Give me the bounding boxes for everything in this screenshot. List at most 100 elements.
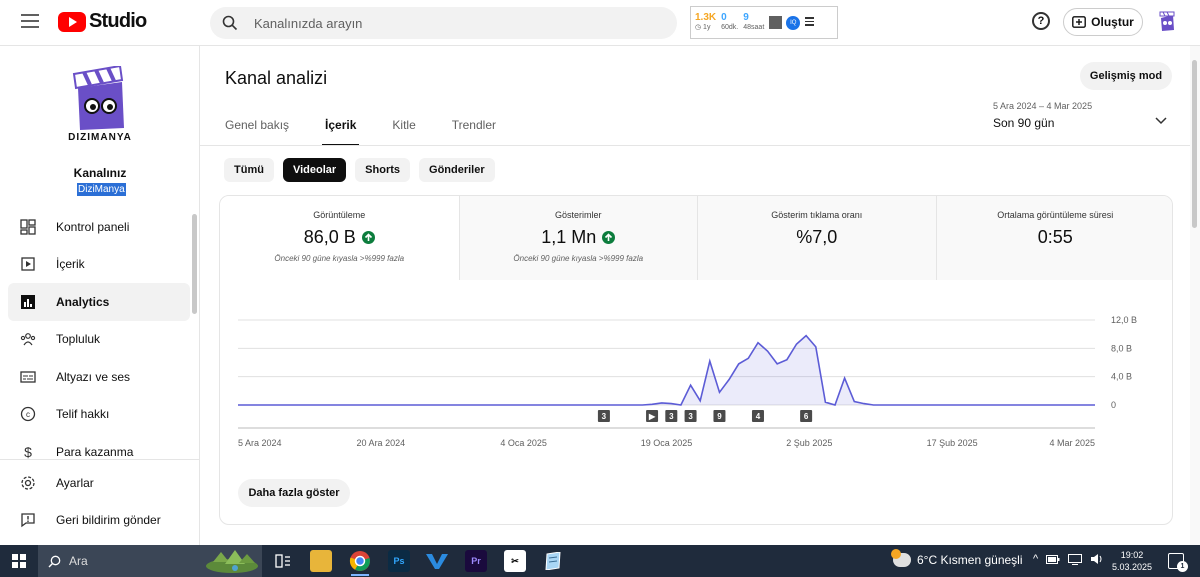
battery-icon[interactable] (1046, 554, 1060, 564)
clock-date: 5.03.2025 (1111, 562, 1153, 572)
windows-start-icon[interactable] (12, 554, 26, 568)
windows-taskbar: Ara Ps Pr ✂ 6°C Kısmen güneşli ^ 19:02 5… (0, 545, 1200, 577)
date-range-label[interactable]: Son 90 gün (993, 116, 1054, 130)
series-line (238, 334, 1095, 406)
analytics-card: Görüntüleme 86,0 B Önceki 90 güne kıyasl… (219, 195, 1173, 525)
chip-all[interactable]: Tümü (224, 158, 274, 182)
tab-content[interactable]: İçerik (322, 118, 360, 146)
tab-overview[interactable]: Genel bakış (225, 118, 289, 146)
sidebar-item-subtitles[interactable]: Altyazı ve ses (8, 358, 190, 396)
premiere-pro-icon[interactable]: Pr (465, 550, 487, 572)
photoshop-icon[interactable]: Ps (388, 550, 410, 572)
analytics-tabs: Genel bakış İçerik Kitle Trendler (225, 118, 532, 146)
content-type-chips: Tümü Videolar Shorts Gönderiler (224, 158, 504, 182)
sidebar: DIZIMANYA Kanalınız DiziManya Kontrol pa… (0, 46, 200, 545)
analytics-icon (20, 294, 36, 310)
sidebar-item-dashboard[interactable]: Kontrol paneli (8, 208, 190, 246)
sidebar-item-community[interactable]: Topluluk (8, 321, 190, 359)
system-tray: ^ (1033, 553, 1104, 565)
file-explorer-icon[interactable] (310, 550, 332, 572)
metric-ctr[interactable]: Gösterim tıklama oranı %7,0 (697, 196, 936, 280)
stat-period: 60dk. (721, 24, 739, 31)
tabs-divider (200, 145, 1190, 146)
x-tick-label: 4 Oca 2025 (500, 438, 547, 448)
weather-widget[interactable]: 6°C Kısmen güneşli (891, 549, 1023, 567)
metric-avg-view-duration[interactable]: Ortalama görüntüleme süresi 0:55 (935, 196, 1172, 280)
marker-label: 6 (804, 412, 809, 421)
copyright-icon: c (20, 406, 36, 422)
create-icon (1072, 16, 1087, 28)
notes-app-icon[interactable] (542, 550, 564, 572)
chevron-down-icon[interactable] (1155, 112, 1167, 130)
metric-impressions[interactable]: Gösterimler 1,1 Mn Önceki 90 güne kıyasl… (458, 196, 697, 280)
partly-sunny-icon (891, 549, 911, 567)
metric-comparison: Önceki 90 güne kıyasla >%999 fazla (513, 254, 644, 263)
stats-extension-widget[interactable]: 1.3K ◷ 1y 0 60dk. 9 48saat IQ (690, 6, 838, 39)
sidebar-item-settings[interactable]: Ayarlar (8, 464, 190, 502)
weather-text: 6°C Kısmen güneşli (917, 553, 1023, 567)
advanced-mode-button[interactable]: Gelişmiş mod (1080, 62, 1172, 90)
sidebar-item-content[interactable]: İçerik (8, 246, 190, 284)
bar-chart-icon[interactable] (769, 16, 783, 29)
logo-text: Studio (89, 10, 147, 32)
menu-icon[interactable] (21, 14, 39, 28)
taskbar-search-label: Ara (69, 554, 88, 568)
volume-icon[interactable] (1090, 553, 1104, 565)
chrome-icon[interactable] (349, 550, 371, 576)
extension-badge-icon[interactable]: IQ (786, 15, 801, 30)
chip-posts[interactable]: Gönderiler (419, 158, 495, 182)
community-icon (20, 331, 36, 347)
page-scrollbar[interactable] (1192, 60, 1197, 228)
metric-views[interactable]: Görüntüleme 86,0 B Önceki 90 güne kıyasl… (220, 196, 459, 280)
network-icon[interactable] (1068, 553, 1083, 565)
sidebar-divider (0, 459, 199, 460)
metric-label: Gösterim tıklama oranı (771, 210, 863, 220)
stat-item: 9 48saat (743, 12, 764, 33)
channel-name[interactable]: DiziManya (77, 183, 126, 196)
notification-icon[interactable]: 1 (1168, 553, 1188, 572)
stat-value: 9 (743, 12, 749, 23)
sidebar-item-label: Telif hakkı (56, 407, 110, 422)
views-chart[interactable]: 0 4,0 B 8,0 B 12,0 B 3 ▶ 3 3 9 4 6 5 Ara 2024 20 Ara… (220, 280, 1173, 470)
y-tick-label: 4,0 B (1111, 372, 1132, 382)
sidebar-item-label: Topluluk (56, 332, 101, 347)
chip-shorts[interactable]: Shorts (355, 158, 411, 182)
studio-logo[interactable]: Studio (58, 10, 147, 33)
chevron-up-icon[interactable]: ^ (1033, 553, 1038, 565)
sidebar-item-label: Ayarlar (56, 475, 94, 490)
sidebar-item-label: Altyazı ve ses (56, 369, 131, 384)
capcut-icon[interactable]: ✂ (504, 550, 526, 572)
search-icon (48, 555, 61, 567)
task-view-icon[interactable] (272, 550, 294, 572)
date-range-text[interactable]: 5 Ara 2024 – 4 Mar 2025 (993, 101, 1092, 111)
sidebar-item-copyright[interactable]: c Telif hakkı (8, 396, 190, 434)
metric-value: %7,0 (796, 227, 838, 247)
stat-period: 48saat (743, 24, 765, 31)
search-input[interactable]: Kanalınızda arayın (254, 16, 362, 31)
search-icon (210, 15, 250, 31)
sidebar-scrollbar[interactable] (192, 214, 197, 314)
messaging-app-icon[interactable] (426, 550, 448, 572)
tab-trends[interactable]: Trendler (452, 118, 496, 146)
y-tick-label: 12,0 B (1111, 315, 1137, 325)
sidebar-nav: Kontrol paneli İçerik Analytics Topluluk… (8, 208, 190, 471)
search-highlight-image[interactable] (205, 548, 259, 574)
tab-audience[interactable]: Kitle (392, 118, 415, 146)
chip-videos[interactable]: Videolar (282, 158, 347, 182)
sidebar-item-feedback[interactable]: Geri bildirim gönder (8, 502, 190, 540)
account-avatar[interactable] (1157, 10, 1177, 34)
show-more-button[interactable]: Daha fazla göster (238, 479, 350, 507)
create-label: Oluştur (1091, 15, 1134, 29)
sidebar-item-analytics[interactable]: Analytics (8, 283, 190, 321)
sidebar-item-label: İçerik (56, 257, 85, 272)
stat-item: 1.3K ◷ 1y (695, 12, 716, 33)
create-button[interactable]: Oluştur (1063, 8, 1143, 36)
sidebar-bottom-nav: Ayarlar Geri bildirim gönder (8, 464, 190, 539)
search-bar[interactable]: Kanalınızda arayın (210, 7, 677, 39)
help-icon[interactable]: ? (1032, 12, 1050, 30)
svg-text:c: c (26, 410, 30, 419)
taskbar-clock[interactable]: 19:02 5.03.2025 (1110, 549, 1154, 573)
menu-icon[interactable] (805, 17, 815, 28)
x-tick-label: 4 Mar 2025 (1049, 438, 1095, 448)
channel-logo-text: DIZIMANYA (68, 132, 132, 143)
